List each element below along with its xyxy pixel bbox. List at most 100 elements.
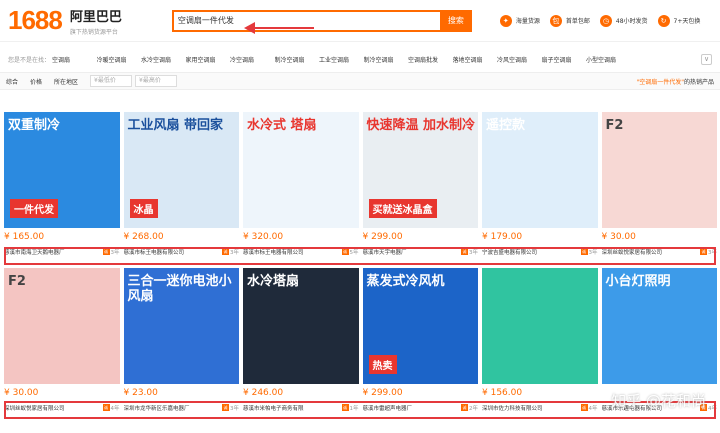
product-price: ¥ 246.00: [243, 388, 284, 398]
product-price: ¥ 30.00: [601, 232, 636, 242]
product-image[interactable]: 双重制冷 一件代发: [4, 112, 120, 228]
product-card[interactable]: 水冷塔扇 ¥ 246.00 慈溪市米帕电子商务有限诚 1年: [243, 268, 359, 412]
product-card[interactable]: 遥控款 ¥ 179.00 宁波吉盛电器有限公司诚 3年: [482, 112, 598, 256]
product-image-badge: [488, 370, 496, 374]
category-item[interactable]: 冷风空调扇: [497, 55, 542, 64]
service-badges: ✦ 海量货源 包首单包邮 ◷ 48小时发货 ↻ 7+天包换: [499, 14, 701, 27]
product-row-1: 双重制冷 一件代发 ¥ 165.00 慈溪市南海卫天鹅电器厂诚 3年 工业风扇 带回家 冰晶…: [4, 112, 718, 256]
search-bar: 空调扇一件代发 搜索: [171, 9, 472, 32]
hot-products-note: "空调扇一件代发"的热销产品: [636, 77, 714, 86]
price-max-input[interactable]: ¥最高价: [135, 75, 178, 87]
product-image-badge: [130, 370, 138, 374]
product-image-badge: [608, 214, 616, 218]
product-card[interactable]: ¥ 156.00 深圳市佐力科技有限公司诚 4年: [482, 268, 598, 412]
product-image-badge: 冰晶: [129, 199, 158, 218]
product-image-badge: 一件代发: [10, 199, 58, 218]
product-image-text: 水冷式 塔扇: [247, 118, 317, 133]
category-item[interactable]: 扇子空调扇: [542, 55, 587, 64]
product-image-text: 水冷塔扇: [247, 274, 300, 289]
service-label: 海量货源: [515, 18, 540, 25]
product-image-badge: 热卖: [368, 355, 397, 374]
freeship-icon: 包: [549, 14, 562, 27]
product-image[interactable]: 小台灯照明: [601, 268, 717, 384]
service-label: 首单包邮: [565, 18, 590, 25]
category-item[interactable]: 制冷空调扇: [364, 55, 409, 64]
category-item[interactable]: 冷暖空调扇: [97, 55, 142, 64]
product-card[interactable]: 蒸发式冷风机 热卖 ¥ 299.00 慈溪市雷超声电器厂诚 2年: [362, 268, 478, 412]
product-image[interactable]: 水冷式 塔扇: [243, 112, 359, 228]
product-image-badge: [608, 370, 616, 374]
category-item[interactable]: 家用空调扇: [186, 55, 231, 64]
hot-query: "空调扇一件代发": [636, 78, 684, 86]
product-card[interactable]: 工业风扇 带回家 冰晶 ¥ 268.00 慈溪市标王电器有限公司诚 3年: [123, 112, 239, 256]
product-image[interactable]: 三合一迷你电池小风扇: [123, 268, 239, 384]
red-arrow-annotation: [244, 22, 314, 34]
category-item[interactable]: 空调扇批发: [408, 55, 453, 64]
product-image[interactable]: F2: [601, 112, 717, 228]
logo-text: 阿里巴巴 旗下热销货源平台: [70, 6, 122, 36]
product-price: ¥ 30.00: [4, 388, 39, 398]
product-price: ¥ 179.00: [482, 232, 523, 242]
product-image[interactable]: 工业风扇 带回家冰晶: [123, 112, 239, 228]
product-image[interactable]: 遥控款: [482, 112, 598, 228]
product-image[interactable]: [482, 268, 598, 384]
category-item[interactable]: 冷空调扇: [230, 55, 275, 64]
product-price: ¥ 268.00: [123, 232, 164, 242]
product-image-text: F2: [605, 118, 624, 133]
product-price: ¥ 299.00: [362, 388, 403, 398]
top-header: 1688 阿里巴巴 旗下热销货源平台 空调扇一件代发 搜索 ✦ 海量货源 包首单包…: [0, 0, 720, 42]
sort-default[interactable]: 综合: [6, 77, 18, 86]
product-image-text: 蒸发式冷风机: [366, 274, 445, 289]
product-card[interactable]: 水冷式 塔扇 ¥ 320.00 慈溪市标王电器有限公司诚 5年: [243, 112, 359, 256]
product-image-badge: [249, 370, 257, 374]
service-return[interactable]: ↻ 7+天包换: [657, 14, 701, 27]
product-image-text: 快速降温 加水制冷: [366, 118, 476, 133]
category-label: 您是不是在找：: [8, 56, 51, 64]
product-image-text: 双重制冷: [8, 118, 61, 133]
service-label: 7+天包换: [673, 18, 701, 25]
category-item[interactable]: 水冷空调扇: [141, 55, 186, 64]
product-image-text: 三合一迷你电池小风扇: [127, 274, 232, 304]
product-price: ¥ 320.00: [243, 232, 284, 242]
logo-name: 阿里巴巴: [69, 9, 122, 25]
highlight-box-row-2: [4, 401, 716, 419]
category-item[interactable]: 制冷空调扇: [275, 55, 320, 64]
product-price: ¥ 299.00: [362, 232, 403, 242]
search-button[interactable]: 搜索: [439, 9, 472, 32]
service-48h[interactable]: ◷ 48小时发货: [599, 14, 648, 27]
product-grid: 双重制冷 一件代发 ¥ 165.00 慈溪市南海卫天鹅电器厂诚 3年 工业风扇 带回家 冰晶…: [4, 112, 718, 424]
category-item[interactable]: 空调扇: [52, 55, 97, 64]
expand-categories-button[interactable]: ∨: [701, 53, 712, 65]
category-item[interactable]: 工业空调扇: [319, 55, 364, 64]
product-image[interactable]: 快速降温 加水制冷 买就送冰晶盒: [362, 112, 478, 228]
category-item[interactable]: 小型空调扇: [586, 55, 631, 64]
filter-bar: 综合 价格 所在地区 ¥最低价 ¥最高价 "空调扇一件代发"的热销产品: [0, 72, 720, 90]
price-min-input[interactable]: ¥最低价: [90, 75, 133, 87]
product-card[interactable]: 双重制冷 一件代发 ¥ 165.00 慈溪市南海卫天鹅电器厂诚 3年: [4, 112, 120, 256]
highlight-box-row-1: [4, 247, 716, 265]
product-card[interactable]: F2 ¥ 30.00 深圳丝蚁悦家居有限公司诚 4年: [4, 268, 120, 412]
product-image-text: F2: [8, 274, 26, 289]
category-suggestions: 您是不是在找： 空调扇 冷暖空调扇 水冷空调扇 家用空调扇 冷空调扇 制冷空调扇…: [0, 48, 720, 70]
product-price: ¥ 165.00: [4, 232, 45, 242]
product-card[interactable]: F2 ¥ 30.00 深圳丝蚁悦家居有限公司诚 3年: [601, 112, 717, 256]
sort-price[interactable]: 价格: [30, 77, 42, 86]
product-image[interactable]: 水冷塔扇: [243, 268, 359, 384]
logo-subtitle: 旗下热销货源平台: [69, 28, 118, 36]
category-item[interactable]: 落地空调扇: [453, 55, 498, 64]
service-hot[interactable]: ✦ 海量货源: [499, 14, 540, 27]
watermark: 知乎 @花和尚: [611, 392, 706, 410]
product-image-badge: [10, 370, 18, 374]
clock-icon: ◷: [599, 14, 612, 27]
return-icon: ↻: [657, 14, 670, 27]
product-card[interactable]: 快速降温 加水制冷 买就送冰晶盒 ¥ 299.00 慈溪市天宇电器厂诚 3年: [362, 112, 478, 256]
product-image-text: 工业风扇 带回家: [127, 118, 224, 133]
product-card[interactable]: 三合一迷你电池小风扇 ¥ 23.00 深圳市龙华新区乐嘉电器厂诚 3年: [123, 268, 239, 412]
product-image-badge: [249, 214, 257, 218]
filter-region[interactable]: 所在地区: [54, 77, 78, 86]
product-price: ¥ 23.00: [123, 388, 158, 398]
product-image[interactable]: F2: [4, 268, 120, 384]
logo-number[interactable]: 1688: [8, 5, 63, 36]
product-image[interactable]: 蒸发式冷风机 热卖: [362, 268, 478, 384]
service-freeship[interactable]: 包首单包邮: [549, 14, 590, 27]
